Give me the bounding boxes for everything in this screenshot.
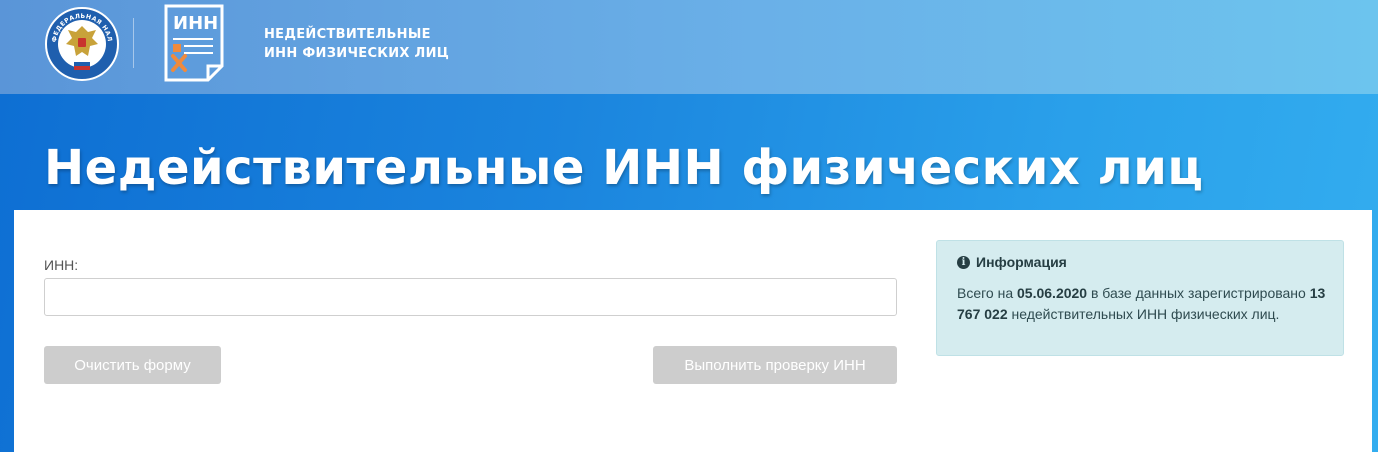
header-divider bbox=[133, 18, 134, 68]
clear-form-button[interactable]: Очистить форму bbox=[44, 346, 221, 384]
info-heading: i Информация bbox=[957, 254, 1067, 270]
info-text: Всего на 05.06.2020 в базе данных зареги… bbox=[957, 283, 1327, 325]
svg-text:ИНН: ИНН bbox=[173, 13, 218, 34]
inn-label: ИНН: bbox=[44, 257, 79, 273]
info-text-part3: недействительных ИНН физических лиц. bbox=[1007, 306, 1280, 322]
page-title: Недействительные ИНН физических лиц bbox=[44, 140, 1204, 196]
info-heading-text: Информация bbox=[976, 254, 1067, 270]
site-header: ФЕДЕРАЛЬНАЯ НАЛОГОВАЯ СЛУЖБА ИНН НЕДЕЙСТ… bbox=[0, 0, 1378, 94]
inn-document-logo-icon[interactable]: ИНН bbox=[164, 4, 224, 82]
brand-title-line2: ИНН ФИЗИЧЕСКИХ ЛИЦ bbox=[264, 46, 450, 61]
info-box: i Информация Всего на 05.06.2020 в базе … bbox=[936, 240, 1344, 356]
info-text-part1: Всего на bbox=[957, 285, 1018, 301]
main-panel: ИНН: Очистить форму Выполнить проверку И… bbox=[14, 210, 1372, 452]
brand-title[interactable]: НЕДЕЙСТВИТЕЛЬНЫЕ ИНН ФИЗИЧЕСКИХ ЛИЦ bbox=[264, 25, 449, 63]
info-text-part2: в базе данных зарегистрировано bbox=[1087, 285, 1310, 301]
info-date: 05.06.2020 bbox=[1017, 285, 1088, 301]
check-inn-button[interactable]: Выполнить проверку ИНН bbox=[653, 346, 897, 384]
fns-emblem-icon[interactable]: ФЕДЕРАЛЬНАЯ НАЛОГОВАЯ СЛУЖБА bbox=[44, 6, 120, 82]
brand-title-line1: НЕДЕЙСТВИТЕЛЬНЫЕ bbox=[264, 27, 431, 42]
info-circle-icon: i bbox=[957, 255, 970, 269]
inn-input[interactable] bbox=[44, 278, 897, 316]
